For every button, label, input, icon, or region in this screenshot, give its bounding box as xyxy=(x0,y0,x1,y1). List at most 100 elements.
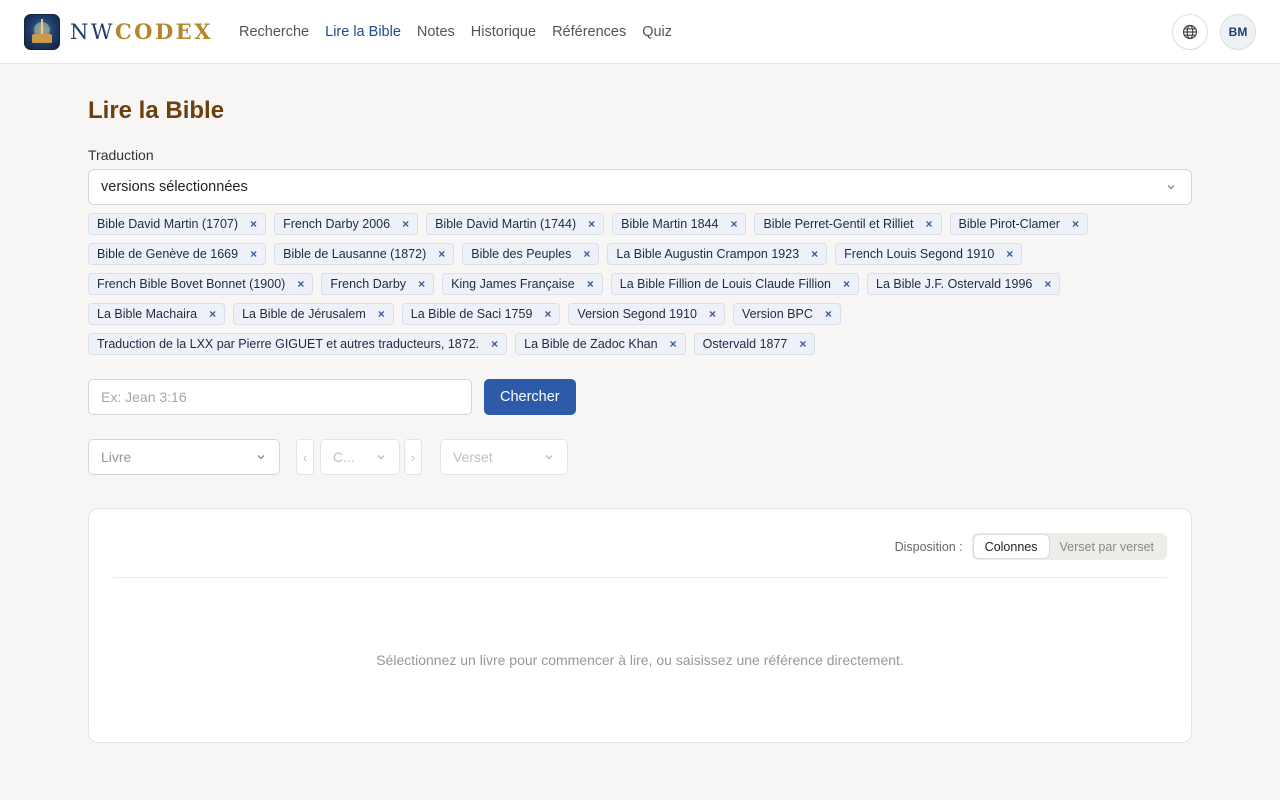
translation-chip-label: La Bible Machaira xyxy=(97,307,198,321)
translation-chip-label: Ostervald 1877 xyxy=(702,337,788,351)
translation-chip-label: French Darby 2006 xyxy=(283,217,391,231)
main-content: Lire la Bible Traduction versions sélect… xyxy=(88,64,1192,743)
translation-select-value: versions sélectionnées xyxy=(101,179,248,195)
page-title: Lire la Bible xyxy=(88,97,225,124)
translation-chip-label: Version BPC xyxy=(741,307,813,321)
empty-state-message: Sélectionnez un livre pour commencer à l… xyxy=(376,652,904,668)
translation-select[interactable]: versions sélectionnées xyxy=(88,169,1192,205)
close-icon[interactable]: × xyxy=(926,217,933,231)
close-icon[interactable]: × xyxy=(250,247,257,261)
close-icon[interactable]: × xyxy=(588,217,595,231)
brand-nw: NW xyxy=(70,20,115,44)
language-button[interactable] xyxy=(1172,14,1208,50)
nav-item-recherche[interactable]: Recherche xyxy=(239,24,309,40)
close-icon[interactable]: × xyxy=(544,307,551,321)
verse-select-value: Verset xyxy=(453,449,493,465)
layout-option-verse-by-verse[interactable]: Verset par verset xyxy=(1049,535,1166,558)
translation-chip-label: La Bible de Jérusalem xyxy=(242,307,366,321)
close-icon[interactable]: × xyxy=(587,277,594,291)
reference-input[interactable] xyxy=(88,379,472,415)
translation-chip: Bible Martin 1844 × xyxy=(612,213,747,235)
divider xyxy=(113,577,1167,578)
nav-item-lire-la-bible[interactable]: Lire la Bible xyxy=(325,24,401,40)
translation-chip-label: King James Française xyxy=(451,277,575,291)
nav-item-notes[interactable]: Notes xyxy=(417,24,455,40)
chevron-down-icon xyxy=(1167,185,1175,190)
translation-chip: Bible de Lausanne (1872) × xyxy=(274,243,455,265)
close-icon[interactable]: × xyxy=(1006,247,1013,261)
translation-chip: Version Segond 1910 × xyxy=(568,303,725,325)
close-icon[interactable]: × xyxy=(670,337,677,351)
translation-chip-label: French Louis Segond 1910 xyxy=(844,247,995,261)
translation-chip-label: Bible David Martin (1744) xyxy=(435,217,577,231)
translation-chip-label: La Bible Fillion de Louis Claude Fillion xyxy=(619,277,831,291)
chapter-select-value: C... xyxy=(333,449,355,465)
translation-chip: Bible des Peuples × xyxy=(462,243,600,265)
brand-name[interactable]: NWCODEX xyxy=(70,19,213,44)
close-icon[interactable]: × xyxy=(418,277,425,291)
close-icon[interactable]: × xyxy=(297,277,304,291)
translation-chip: La Bible de Saci 1759 × xyxy=(401,303,561,325)
translation-chip: La Bible de Jérusalem × xyxy=(233,303,394,325)
top-bar: NWCODEX Recherche Lire la Bible Notes Histo… xyxy=(0,0,1280,64)
translation-chip-label: Bible de Lausanne (1872) xyxy=(283,247,427,261)
close-icon[interactable]: × xyxy=(250,217,257,231)
translation-chip-label: Traduction de la LXX par Pierre GIGUET e… xyxy=(97,337,480,351)
layout-label: Disposition : xyxy=(894,539,963,554)
translation-chip-label: La Bible J.F. Ostervald 1996 xyxy=(876,277,1033,291)
close-icon[interactable]: × xyxy=(811,247,818,261)
nav-item-historique[interactable]: Historique xyxy=(471,24,536,40)
translation-chip: La Bible Machaira × xyxy=(88,303,226,325)
close-icon[interactable]: × xyxy=(843,277,850,291)
translation-chip: La Bible Augustin Crampon 1923 × xyxy=(607,243,828,265)
close-icon[interactable]: × xyxy=(209,307,216,321)
translation-chip-label: La Bible de Zadoc Khan xyxy=(524,337,658,351)
main-nav: Recherche Lire la Bible Notes Historique Réf… xyxy=(239,24,688,40)
translation-chip: Version BPC × xyxy=(732,303,841,325)
translation-chip-label: Bible Pirot-Clamer xyxy=(958,217,1060,231)
layout-option-columns[interactable]: Colonnes xyxy=(973,535,1049,558)
globe-icon xyxy=(1182,24,1198,40)
translation-chip: Bible David Martin (1707) × xyxy=(88,213,267,235)
layout-toggle: Colonnes Verset par verset xyxy=(971,533,1167,560)
close-icon[interactable]: × xyxy=(1044,277,1051,291)
translation-label: Traduction xyxy=(88,147,154,163)
translation-chip: La Bible de Zadoc Khan × xyxy=(515,333,686,355)
nav-item-r-f-rences[interactable]: Références xyxy=(552,24,626,40)
close-icon[interactable]: × xyxy=(583,247,590,261)
app-logo[interactable] xyxy=(24,13,60,50)
verse-select[interactable]: Verset xyxy=(440,439,568,475)
chevron-down-icon xyxy=(545,455,553,460)
close-icon[interactable]: × xyxy=(491,337,498,351)
close-icon[interactable]: × xyxy=(709,307,716,321)
translation-chip-label: Version Segond 1910 xyxy=(577,307,697,321)
book-select[interactable]: Livre xyxy=(88,439,280,475)
translation-chip: La Bible Fillion de Louis Claude Fillion… xyxy=(610,273,860,295)
translation-chip-label: Bible Perret-Gentil et Rilliet xyxy=(763,217,914,231)
brand-codex: CODEX xyxy=(114,19,213,44)
translation-chip: French Darby × xyxy=(321,273,435,295)
avatar[interactable]: BM xyxy=(1220,14,1256,50)
translation-chip-label: French Bible Bovet Bonnet (1900) xyxy=(97,277,286,291)
translation-chip: Bible Pirot-Clamer × xyxy=(949,213,1088,235)
translation-chip-label: La Bible de Saci 1759 xyxy=(410,307,533,321)
next-chapter-button[interactable]: › xyxy=(404,439,422,475)
translation-chip: French Darby 2006 × xyxy=(274,213,419,235)
translation-chip: Ostervald 1877 × xyxy=(693,333,816,355)
translation-chip: Bible de Genève de 1669 × xyxy=(88,243,267,265)
close-icon[interactable]: × xyxy=(402,217,409,231)
chapter-select[interactable]: C... xyxy=(320,439,400,475)
close-icon[interactable]: × xyxy=(438,247,445,261)
book-select-value: Livre xyxy=(101,449,132,465)
close-icon[interactable]: × xyxy=(730,217,737,231)
nav-item-quiz[interactable]: Quiz xyxy=(642,24,672,40)
translation-chip-label: Bible des Peuples xyxy=(471,247,572,261)
close-icon[interactable]: × xyxy=(1072,217,1079,231)
previous-chapter-button[interactable]: ‹ xyxy=(296,439,314,475)
translation-chip-label: Bible David Martin (1707) xyxy=(97,217,239,231)
close-icon[interactable]: × xyxy=(825,307,832,321)
search-button[interactable]: Chercher xyxy=(484,379,576,415)
close-icon[interactable]: × xyxy=(378,307,385,321)
translation-chip: Traduction de la LXX par Pierre GIGUET e… xyxy=(88,333,508,355)
close-icon[interactable]: × xyxy=(799,337,806,351)
